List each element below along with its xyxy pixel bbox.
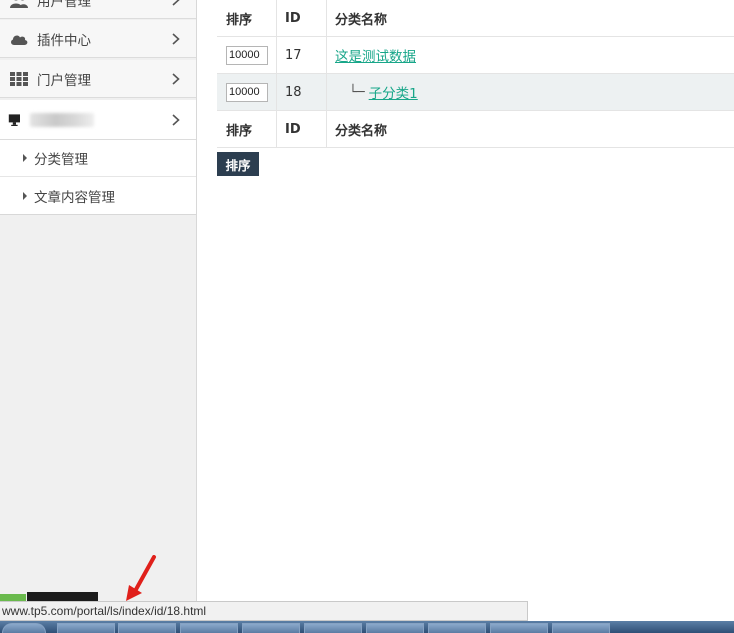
cloud-icon: [11, 35, 28, 45]
submenu-item-article-management[interactable]: 文章内容管理: [0, 177, 196, 214]
taskbar-app-5[interactable]: [304, 623, 362, 633]
header-name: 分类名称: [335, 12, 388, 28]
table-row: 18 └─ 子分类1: [217, 74, 734, 111]
submenu-item-label: 分类管理: [34, 152, 88, 168]
table-footer-row: 排序 ID 分类名称: [217, 111, 734, 148]
sidebar-item-portal-management[interactable]: 门户管理: [0, 60, 196, 98]
sidebar-item-user-management[interactable]: 用户管理: [0, 0, 196, 19]
caret-right-icon: [23, 191, 27, 200]
taskbar-app-4[interactable]: [242, 623, 300, 633]
order-input[interactable]: [226, 82, 268, 102]
taskbar-app-6[interactable]: [366, 623, 424, 633]
submenu: 分类管理 文章内容管理: [0, 140, 196, 215]
order-input[interactable]: [226, 45, 268, 65]
header-id: ID: [277, 0, 327, 36]
submenu-item-label: 文章内容管理: [34, 189, 115, 206]
row-id: 17: [277, 37, 327, 73]
sort-button[interactable]: 排序: [217, 152, 259, 176]
footer-name: 分类名称: [335, 123, 388, 139]
row-id: 18: [277, 74, 327, 110]
taskbar-app-7[interactable]: [428, 623, 486, 633]
sidebar-item-label: 用户管理: [37, 0, 91, 10]
taskbar-app-3[interactable]: [180, 623, 238, 633]
sidebar-item-label: 门户管理: [37, 72, 91, 89]
category-link[interactable]: 子分类1: [369, 82, 418, 102]
table-header-row: 排序 ID 分类名称: [217, 0, 734, 37]
sidebar-item-label: 插件中心: [37, 32, 91, 49]
submenu-item-category-management[interactable]: 分类管理: [0, 140, 196, 177]
chevron-right-icon: [172, 0, 180, 6]
blurred-label: [30, 112, 94, 127]
table-row: 17 这是测试数据: [217, 37, 734, 74]
grid-icon: [10, 71, 28, 86]
taskbar-app-2[interactable]: [118, 623, 176, 633]
monitor-icon: [8, 113, 20, 126]
tree-prefix: └─: [349, 84, 365, 100]
taskbar-app-1[interactable]: [57, 623, 115, 633]
caret-right-icon: [23, 154, 27, 162]
footer-order: 排序: [217, 111, 277, 147]
status-bar-url: www.tp5.com/portal/ls/index/id/18.html: [0, 601, 528, 621]
taskbar-app-9[interactable]: [552, 623, 610, 633]
footer-id: ID: [277, 111, 327, 147]
red-arrow-annotation: [126, 555, 156, 601]
start-button[interactable]: [2, 623, 46, 633]
sidebar-item-content[interactable]: [0, 100, 196, 140]
sidebar-item-plugin-center[interactable]: 插件中心: [0, 20, 196, 58]
taskbar-app-8[interactable]: [490, 623, 548, 633]
header-order: 排序: [217, 0, 277, 36]
chevron-right-icon: [172, 113, 180, 126]
chevron-right-icon: [172, 72, 180, 85]
category-link[interactable]: 这是测试数据: [335, 45, 416, 65]
sidebar: 用户管理 插件中心 门户管理 分类管理 文章内容管理: [0, 0, 197, 633]
users-icon: [10, 3, 28, 8]
chevron-right-icon: [172, 32, 180, 45]
